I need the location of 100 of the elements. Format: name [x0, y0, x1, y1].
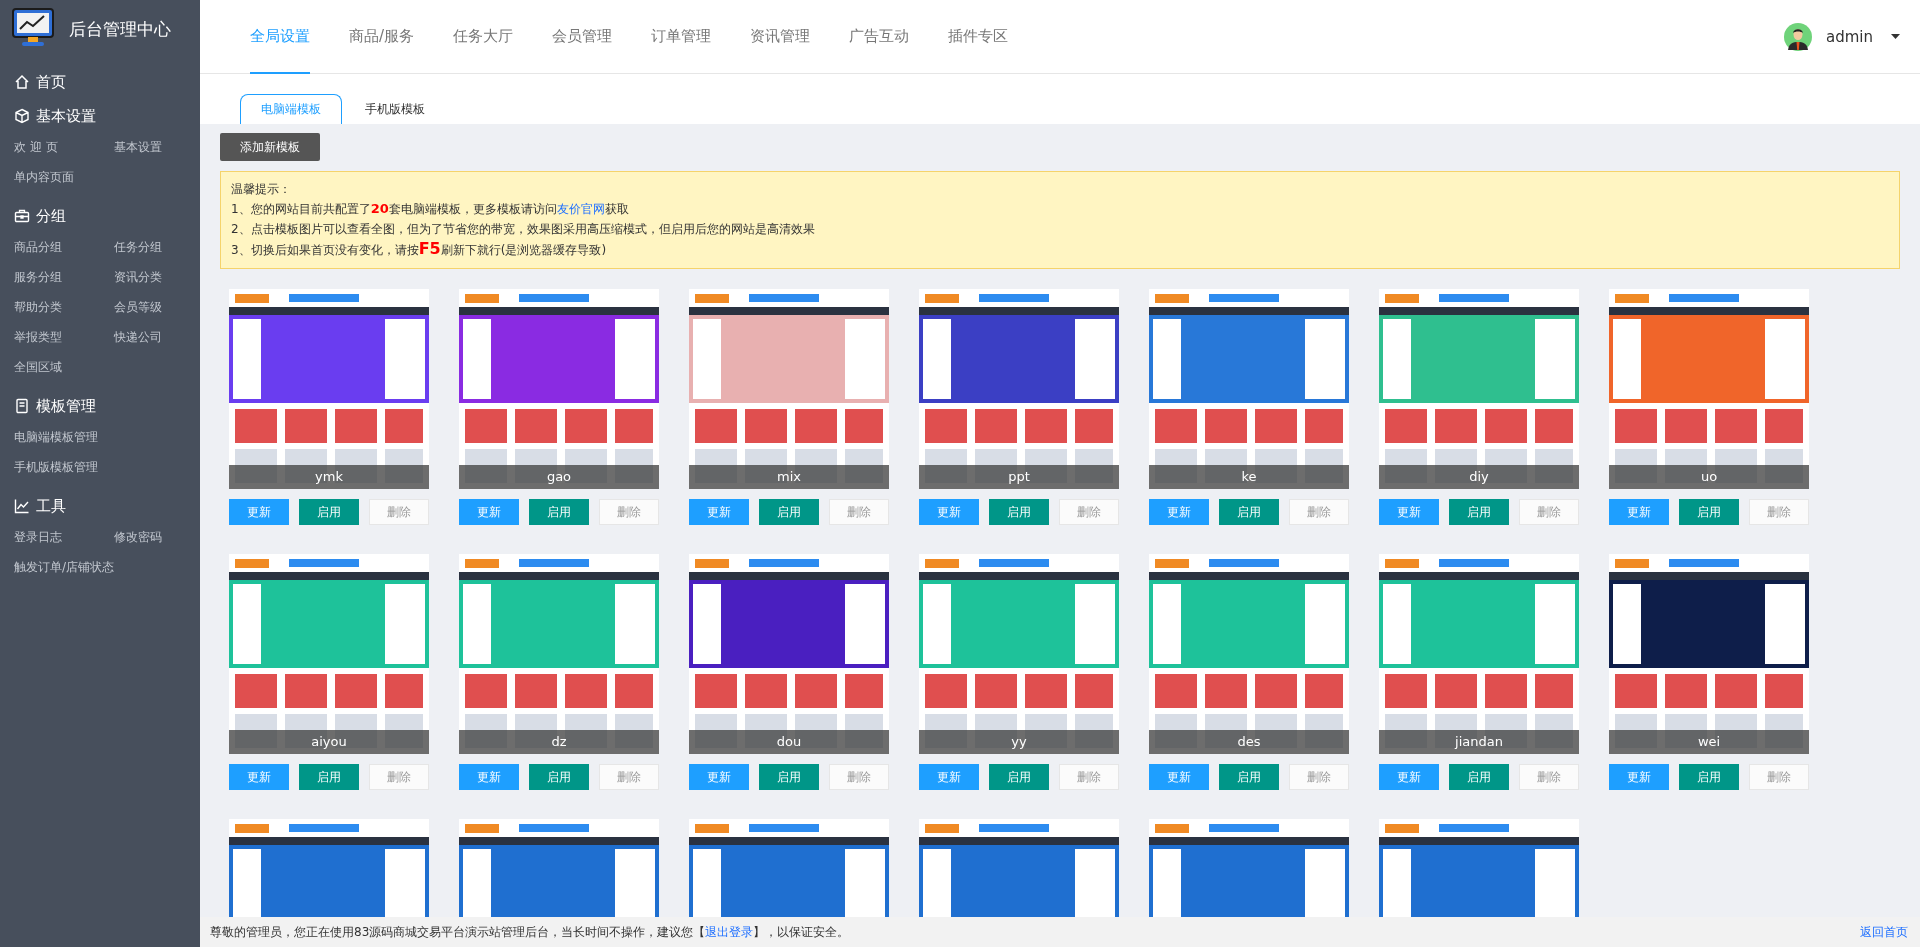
security-message: 尊敬的管理员，您正在使用83源码商城交易平台演示站管理后台，当长时间不操作，建议您【退出登录】，以保证安全。	[210, 923, 850, 941]
section-label: 首页	[36, 72, 66, 92]
nav-tab[interactable]: 商品/服务	[349, 0, 415, 74]
template-action-button[interactable]: 更新	[459, 499, 519, 525]
template-preview-drawing[interactable]: dz	[459, 554, 659, 754]
template-action-button[interactable]: 更新	[1379, 764, 1439, 790]
sidebar-item[interactable]: 会员等级	[114, 292, 162, 322]
sidebar-item[interactable]: 服务分组	[14, 262, 114, 292]
template-preview-drawing[interactable]: ymk	[229, 289, 429, 489]
template-action-button[interactable]: 启用	[759, 764, 819, 790]
sidebar-section[interactable]: 工具	[0, 494, 200, 518]
document-icon	[14, 398, 30, 414]
template-preview-drawing[interactable]: wei	[1609, 554, 1809, 754]
template-action-button[interactable]: 更新	[919, 764, 979, 790]
nav-tab[interactable]: 广告互动	[849, 0, 910, 74]
notice-line: 3、切换后如果首页没有变化，请按F5刷新下就行(是浏览器缓存导致)	[231, 239, 608, 260]
template-preview-drawing[interactable]: diy	[1379, 289, 1579, 489]
nav-tab[interactable]: 会员管理	[552, 0, 613, 74]
template-action-button[interactable]: 启用	[989, 499, 1049, 525]
notice-title: 温馨提示：	[231, 181, 292, 198]
sidebar-item[interactable]: 基本设置	[114, 132, 162, 162]
nav-tab[interactable]: 任务大厅	[453, 0, 514, 74]
template-action-button[interactable]: 启用	[299, 499, 359, 525]
sidebar-item[interactable]: 修改密码	[114, 522, 162, 552]
app-title: 后台管理中心	[69, 17, 171, 41]
template-preview-drawing[interactable]	[459, 819, 659, 917]
template-preview-drawing[interactable]: ppt	[919, 289, 1119, 489]
logout-link[interactable]: 退出登录	[705, 924, 754, 939]
template-action-button[interactable]: 更新	[1379, 499, 1439, 525]
sidebar-item[interactable]: 举报类型	[14, 322, 114, 352]
template-action-button[interactable]: 启用	[989, 764, 1049, 790]
sidebar-section[interactable]: 首页	[0, 70, 200, 94]
template-preview-drawing[interactable]: mix	[689, 289, 889, 489]
template-action-button[interactable]: 启用	[1679, 499, 1739, 525]
template-action-button[interactable]: 启用	[1679, 764, 1739, 790]
template-action-button[interactable]: 更新	[1609, 499, 1669, 525]
section-label: 工具	[36, 496, 66, 516]
template-action-button[interactable]: 更新	[1149, 764, 1209, 790]
template-preview-drawing[interactable]	[1149, 819, 1349, 917]
template-name: gao	[459, 465, 659, 489]
template-preview-drawing[interactable]	[229, 819, 429, 917]
template-preview-drawing[interactable]: jiandan	[1379, 554, 1579, 754]
template-action-button[interactable]: 更新	[1609, 764, 1669, 790]
sidebar-item[interactable]: 资讯分类	[114, 262, 162, 292]
sidebar-section[interactable]: 基本设置	[0, 104, 200, 128]
sidebar-item[interactable]: 帮助分类	[14, 292, 114, 322]
template-action-button[interactable]: 启用	[1449, 764, 1509, 790]
template-action-button[interactable]: 启用	[759, 499, 819, 525]
nav-tab[interactable]: 插件专区	[948, 0, 1009, 74]
template-action-button[interactable]: 启用	[1219, 764, 1279, 790]
add-template-button[interactable]: 添加新模板	[220, 133, 320, 161]
template-action-button[interactable]: 启用	[1449, 499, 1509, 525]
sidebar-item[interactable]: 单内容页面	[14, 162, 74, 192]
section-label: 基本设置	[36, 106, 96, 126]
nav-tab[interactable]: 订单管理	[651, 0, 712, 74]
template-preview-drawing[interactable]	[689, 819, 889, 917]
template-action-button[interactable]: 更新	[229, 499, 289, 525]
user-menu[interactable]: admin	[1784, 0, 1920, 73]
template-action-button[interactable]: 更新	[689, 499, 749, 525]
template-action-button[interactable]: 更新	[229, 764, 289, 790]
template-name: wei	[1609, 730, 1809, 754]
home-link[interactable]: 返回首页	[1860, 923, 1908, 941]
template-preview-drawing[interactable]: yy	[919, 554, 1119, 754]
template-name: ppt	[919, 465, 1119, 489]
template-preview-drawing[interactable]: dou	[689, 554, 889, 754]
template-action-button[interactable]: 更新	[689, 764, 749, 790]
official-site-link[interactable]: 友价官网	[556, 202, 605, 216]
template-tab[interactable]: 手机版模板	[344, 94, 446, 124]
template-preview-drawing[interactable]: des	[1149, 554, 1349, 754]
template-name: dz	[459, 730, 659, 754]
template-action-button[interactable]: 更新	[459, 764, 519, 790]
sidebar-item[interactable]: 欢 迎 页	[14, 132, 114, 162]
sidebar-section[interactable]: 分组	[0, 204, 200, 228]
template-preview-drawing[interactable]: ke	[1149, 289, 1349, 489]
sidebar-item[interactable]: 手机版模板管理	[14, 452, 98, 482]
template-action-button[interactable]: 启用	[529, 499, 589, 525]
sidebar-item[interactable]: 触发订单/店铺状态	[14, 552, 115, 582]
template-action-button[interactable]: 更新	[1149, 499, 1209, 525]
template-name: ymk	[229, 465, 429, 489]
template-preview-drawing[interactable]: uo	[1609, 289, 1809, 489]
template-action-button[interactable]: 启用	[529, 764, 589, 790]
sidebar-item[interactable]: 全国区域	[14, 352, 62, 382]
sidebar-item[interactable]: 登录日志	[14, 522, 114, 552]
user-avatar-icon	[1784, 22, 1812, 51]
nav-tab[interactable]: 资讯管理	[750, 0, 811, 74]
template-preview-drawing[interactable]: gao	[459, 289, 659, 489]
template-name: dou	[689, 730, 889, 754]
sidebar-item[interactable]: 商品分组	[14, 232, 114, 262]
template-preview-drawing[interactable]: aiyou	[229, 554, 429, 754]
template-action-button[interactable]: 更新	[919, 499, 979, 525]
template-preview-drawing[interactable]	[919, 819, 1119, 917]
template-action-button[interactable]: 启用	[1219, 499, 1279, 525]
template-name: mix	[689, 465, 889, 489]
sidebar-item[interactable]: 快递公司	[114, 322, 162, 352]
template-preview-drawing[interactable]	[1379, 819, 1579, 917]
template-tab[interactable]: 电脑端模板	[240, 94, 342, 124]
sidebar-item[interactable]: 任务分组	[114, 232, 162, 262]
template-action-button[interactable]: 启用	[299, 764, 359, 790]
sidebar-section[interactable]: 模板管理	[0, 394, 200, 418]
sidebar-item[interactable]: 电脑端模板管理	[14, 422, 98, 452]
